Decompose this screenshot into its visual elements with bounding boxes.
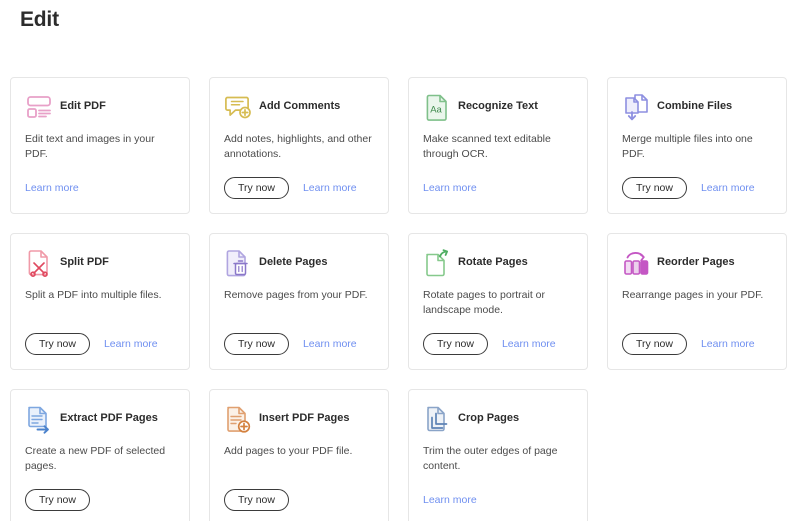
tool-card-crop-pages[interactable]: Crop Pages Trim the outer edges of page c… [408,389,588,521]
card-description-extract-pdf-pages: Create a new PDF of selected pages. [25,444,175,474]
try-now-button-insert-pdf-pages[interactable]: Try now [224,489,289,511]
card-description-add-comments: Add notes, highlights, and other annotat… [224,132,374,162]
card-header-recognize-text: Aa Recognize Text [423,91,573,123]
card-title-reorder-pages: Reorder Pages [657,256,735,269]
learn-more-link-reorder-pages[interactable]: Learn more [701,338,755,350]
learn-more-link-add-comments[interactable]: Learn more [303,182,357,194]
try-now-button-rotate-pages[interactable]: Try now [423,333,488,355]
try-now-button-split-pdf[interactable]: Try now [25,333,90,355]
card-actions-extract-pdf-pages: Try now [25,489,90,511]
learn-more-link-rotate-pages[interactable]: Learn more [502,338,556,350]
card-title-recognize-text: Recognize Text [458,100,538,113]
card-actions-combine-files: Try now Learn more [622,177,755,199]
card-header-rotate-pages: Rotate Pages [423,247,573,279]
tool-card-insert-pdf-pages[interactable]: Insert PDF Pages Add pages to your PDF fi… [209,389,389,521]
learn-more-link-edit-pdf[interactable]: Learn more [25,182,79,194]
delete-pages-icon [224,248,252,278]
card-header-extract-pdf-pages: Extract PDF Pages [25,403,175,435]
reorder-pages-icon [622,248,650,278]
card-description-delete-pages: Remove pages from your PDF. [224,288,374,303]
card-title-rotate-pages: Rotate Pages [458,256,528,269]
card-actions-recognize-text: Learn more [423,177,477,199]
card-actions-rotate-pages: Try now Learn more [423,333,556,355]
learn-more-link-combine-files[interactable]: Learn more [701,182,755,194]
learn-more-link-delete-pages[interactable]: Learn more [303,338,357,350]
card-actions-insert-pdf-pages: Try now [224,489,289,511]
learn-more-link-split-pdf[interactable]: Learn more [104,338,158,350]
tool-card-delete-pages[interactable]: Delete Pages Remove pages from your PDF. T… [209,233,389,370]
learn-more-link-recognize-text[interactable]: Learn more [423,182,477,194]
card-title-insert-pdf-pages: Insert PDF Pages [259,412,349,425]
try-now-button-extract-pdf-pages[interactable]: Try now [25,489,90,511]
card-title-delete-pages: Delete Pages [259,256,327,269]
svg-text:Aa: Aa [430,105,442,116]
card-header-insert-pdf-pages: Insert PDF Pages [224,403,374,435]
card-title-split-pdf: Split PDF [60,256,109,269]
card-title-add-comments: Add Comments [259,100,340,113]
add-comments-icon [224,92,252,122]
tool-card-reorder-pages[interactable]: Reorder Pages Rearrange pages in your PDF… [607,233,787,370]
page-title: Edit [20,8,59,32]
card-description-crop-pages: Trim the outer edges of page content. [423,444,573,474]
card-actions-reorder-pages: Try now Learn more [622,333,755,355]
card-description-insert-pdf-pages: Add pages to your PDF file. [224,444,374,459]
card-header-add-comments: Add Comments [224,91,374,123]
card-description-edit-pdf: Edit text and images in your PDF. [25,132,175,162]
tool-card-recognize-text[interactable]: Aa Recognize Text Make scanned text editab… [408,77,588,214]
card-description-combine-files: Merge multiple files into one PDF. [622,132,772,162]
edit-tools-page: Edit Edit PDF Edit text and images in you… [0,0,800,521]
tool-card-add-comments[interactable]: Add Comments Add notes, highlights, and o… [209,77,389,214]
insert-pdf-pages-icon [224,404,252,434]
card-description-reorder-pages: Rearrange pages in your PDF. [622,288,772,303]
card-actions-crop-pages: Learn more [423,489,477,511]
card-title-edit-pdf: Edit PDF [60,100,106,113]
tool-card-grid: Edit PDF Edit text and images in your PDF… [10,77,790,521]
extract-pdf-pages-icon [25,404,53,434]
try-now-button-reorder-pages[interactable]: Try now [622,333,687,355]
card-actions-split-pdf: Try now Learn more [25,333,158,355]
recognize-text-icon: Aa [423,92,451,122]
card-header-delete-pages: Delete Pages [224,247,374,279]
split-pdf-icon [25,248,53,278]
try-now-button-combine-files[interactable]: Try now [622,177,687,199]
card-description-split-pdf: Split a PDF into multiple files. [25,288,175,303]
card-title-combine-files: Combine Files [657,100,732,113]
card-description-rotate-pages: Rotate pages to portrait or landscape mo… [423,288,573,318]
learn-more-link-crop-pages[interactable]: Learn more [423,494,477,506]
card-actions-delete-pages: Try now Learn more [224,333,357,355]
tool-card-extract-pdf-pages[interactable]: Extract PDF Pages Create a new PDF of sel… [10,389,190,521]
combine-files-icon [622,92,650,122]
card-header-crop-pages: Crop Pages [423,403,573,435]
edit-pdf-icon [25,92,53,122]
card-title-extract-pdf-pages: Extract PDF Pages [60,412,158,425]
tool-card-combine-files[interactable]: Combine Files Merge multiple files into o… [607,77,787,214]
card-header-split-pdf: Split PDF [25,247,175,279]
card-header-edit-pdf: Edit PDF [25,91,175,123]
card-actions-edit-pdf: Learn more [25,177,79,199]
tool-card-split-pdf[interactable]: Split PDF Split a PDF into multiple files… [10,233,190,370]
card-header-reorder-pages: Reorder Pages [622,247,772,279]
card-header-combine-files: Combine Files [622,91,772,123]
try-now-button-add-comments[interactable]: Try now [224,177,289,199]
card-title-crop-pages: Crop Pages [458,412,519,425]
try-now-button-delete-pages[interactable]: Try now [224,333,289,355]
crop-pages-icon [423,404,451,434]
tool-card-edit-pdf[interactable]: Edit PDF Edit text and images in your PDF… [10,77,190,214]
card-actions-add-comments: Try now Learn more [224,177,357,199]
rotate-pages-icon [423,248,451,278]
tool-card-rotate-pages[interactable]: Rotate Pages Rotate pages to portrait or … [408,233,588,370]
card-description-recognize-text: Make scanned text editable through OCR. [423,132,573,162]
